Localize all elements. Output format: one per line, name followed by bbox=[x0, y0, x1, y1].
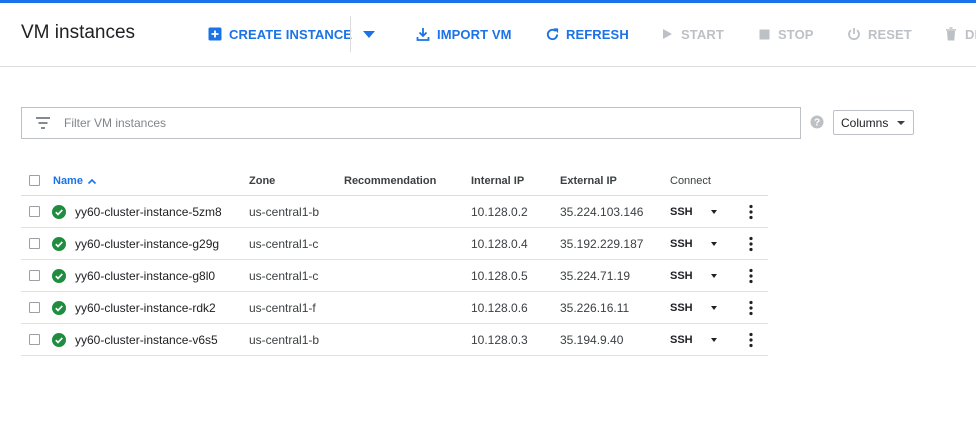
table-row[interactable]: yy60-cluster-instance-rdk2 us-central1-f… bbox=[21, 292, 768, 324]
table-row[interactable]: yy60-cluster-instance-5zm8 us-central1-b… bbox=[21, 196, 768, 228]
instance-name-link[interactable]: yy60-cluster-instance-g29g bbox=[75, 228, 219, 259]
trash-icon bbox=[943, 26, 959, 42]
ssh-button[interactable]: SSH bbox=[670, 196, 693, 227]
reset-label: RESET bbox=[868, 26, 912, 42]
select-all-checkbox[interactable] bbox=[29, 175, 40, 186]
instance-external-ip[interactable]: 35.192.229.187 bbox=[560, 228, 643, 259]
create-options-dropdown[interactable] bbox=[361, 23, 377, 45]
import-vm-button[interactable]: IMPORT VM bbox=[415, 23, 512, 45]
delete-label: DE bbox=[965, 26, 976, 42]
more-vert-icon[interactable] bbox=[747, 332, 755, 348]
running-check-icon bbox=[52, 237, 66, 251]
row-checkbox[interactable] bbox=[29, 302, 40, 313]
ssh-button[interactable]: SSH bbox=[670, 228, 693, 259]
more-vert-icon[interactable] bbox=[747, 268, 755, 284]
start-label: START bbox=[681, 26, 724, 42]
more-vert-icon[interactable] bbox=[747, 236, 755, 252]
instance-external-ip[interactable]: 35.194.9.40 bbox=[560, 324, 623, 355]
table-row[interactable]: yy60-cluster-instance-g8l0 us-central1-c… bbox=[21, 260, 768, 292]
instance-name-link[interactable]: yy60-cluster-instance-rdk2 bbox=[75, 292, 216, 323]
ssh-dropdown-caret-icon[interactable] bbox=[711, 210, 717, 214]
chevron-down-icon bbox=[363, 30, 375, 38]
create-instance-button[interactable]: CREATE INSTANCE bbox=[207, 23, 352, 45]
toolbar-divider bbox=[350, 16, 351, 52]
instance-zone: us-central1-b bbox=[249, 204, 320, 219]
more-vert-icon[interactable] bbox=[747, 300, 755, 316]
filter-bar bbox=[21, 107, 801, 139]
refresh-button[interactable]: REFRESH bbox=[544, 23, 629, 45]
filter-icon bbox=[36, 117, 50, 129]
page-title: VM instances bbox=[21, 22, 136, 43]
filter-input[interactable] bbox=[62, 108, 792, 138]
vm-instances-table: Name Zone Recommendation Internal IP Ext… bbox=[21, 167, 768, 356]
column-header-connect: Connect bbox=[670, 175, 711, 187]
stop-label: STOP bbox=[778, 26, 814, 42]
instance-zone: us-central1-c bbox=[249, 236, 319, 251]
add-box-icon bbox=[207, 26, 223, 42]
instance-external-ip[interactable]: 35.224.71.19 bbox=[560, 260, 630, 291]
ssh-dropdown-caret-icon[interactable] bbox=[711, 242, 717, 246]
column-header-name-label: Name bbox=[53, 175, 83, 187]
more-vert-icon[interactable] bbox=[747, 204, 755, 220]
svg-text:?: ? bbox=[814, 118, 820, 129]
running-check-icon bbox=[52, 301, 66, 315]
row-checkbox[interactable] bbox=[29, 334, 40, 345]
running-check-icon bbox=[52, 269, 66, 283]
instance-name-link[interactable]: yy60-cluster-instance-g8l0 bbox=[75, 260, 215, 291]
table-header: Name Zone Recommendation Internal IP Ext… bbox=[21, 167, 768, 196]
instance-zone: us-central1-b bbox=[249, 332, 320, 347]
table-row[interactable]: yy60-cluster-instance-v6s5 us-central1-b… bbox=[21, 324, 768, 356]
instance-internal-ip: 10.128.0.2 bbox=[471, 204, 528, 219]
column-header-recommendation[interactable]: Recommendation bbox=[344, 167, 436, 195]
play-icon bbox=[659, 26, 675, 42]
columns-button-label: Columns bbox=[841, 115, 889, 130]
delete-button[interactable]: DE bbox=[943, 23, 976, 45]
instance-zone: us-central1-f bbox=[249, 300, 316, 315]
ssh-dropdown-caret-icon[interactable] bbox=[711, 306, 717, 310]
caret-down-icon bbox=[897, 121, 905, 125]
instance-internal-ip: 10.128.0.4 bbox=[471, 236, 528, 251]
ssh-dropdown-caret-icon[interactable] bbox=[711, 274, 717, 278]
ssh-button[interactable]: SSH bbox=[670, 324, 693, 355]
stop-icon bbox=[756, 26, 772, 42]
instance-external-ip[interactable]: 35.226.16.11 bbox=[560, 292, 629, 323]
instance-zone: us-central1-c bbox=[249, 268, 319, 283]
refresh-icon bbox=[544, 26, 560, 42]
sort-ascending-icon bbox=[87, 178, 97, 185]
ssh-button[interactable]: SSH bbox=[670, 292, 693, 323]
import-vm-label: IMPORT VM bbox=[437, 26, 512, 42]
column-header-name[interactable]: Name bbox=[53, 167, 97, 195]
help-icon[interactable]: ? bbox=[810, 115, 824, 129]
instance-external-ip[interactable]: 35.224.103.146 bbox=[560, 196, 643, 227]
instance-name-link[interactable]: yy60-cluster-instance-v6s5 bbox=[75, 324, 218, 355]
row-checkbox[interactable] bbox=[29, 238, 40, 249]
reset-button[interactable]: RESET bbox=[846, 23, 912, 45]
column-header-internal-ip[interactable]: Internal IP bbox=[471, 167, 524, 195]
create-instance-label: CREATE INSTANCE bbox=[229, 26, 353, 42]
page-header: VM instances CREATE INSTANCE IMPORT VM R… bbox=[0, 3, 976, 67]
row-checkbox[interactable] bbox=[29, 270, 40, 281]
row-checkbox[interactable] bbox=[29, 206, 40, 217]
refresh-label: REFRESH bbox=[566, 26, 629, 42]
instance-internal-ip: 10.128.0.6 bbox=[471, 300, 528, 315]
column-header-external-ip[interactable]: External IP bbox=[560, 167, 617, 195]
ssh-button[interactable]: SSH bbox=[670, 260, 693, 291]
ssh-dropdown-caret-icon[interactable] bbox=[711, 338, 717, 342]
columns-button[interactable]: Columns bbox=[833, 110, 914, 135]
running-check-icon bbox=[52, 205, 66, 219]
column-header-zone[interactable]: Zone bbox=[249, 167, 275, 195]
instance-internal-ip: 10.128.0.3 bbox=[471, 332, 528, 347]
running-check-icon bbox=[52, 333, 66, 347]
instance-name-link[interactable]: yy60-cluster-instance-5zm8 bbox=[75, 196, 222, 227]
instance-internal-ip: 10.128.0.5 bbox=[471, 268, 528, 283]
power-icon bbox=[846, 26, 862, 42]
download-icon bbox=[415, 26, 431, 42]
stop-button[interactable]: STOP bbox=[756, 23, 814, 45]
start-button[interactable]: START bbox=[659, 23, 724, 45]
table-row[interactable]: yy60-cluster-instance-g29g us-central1-c… bbox=[21, 228, 768, 260]
